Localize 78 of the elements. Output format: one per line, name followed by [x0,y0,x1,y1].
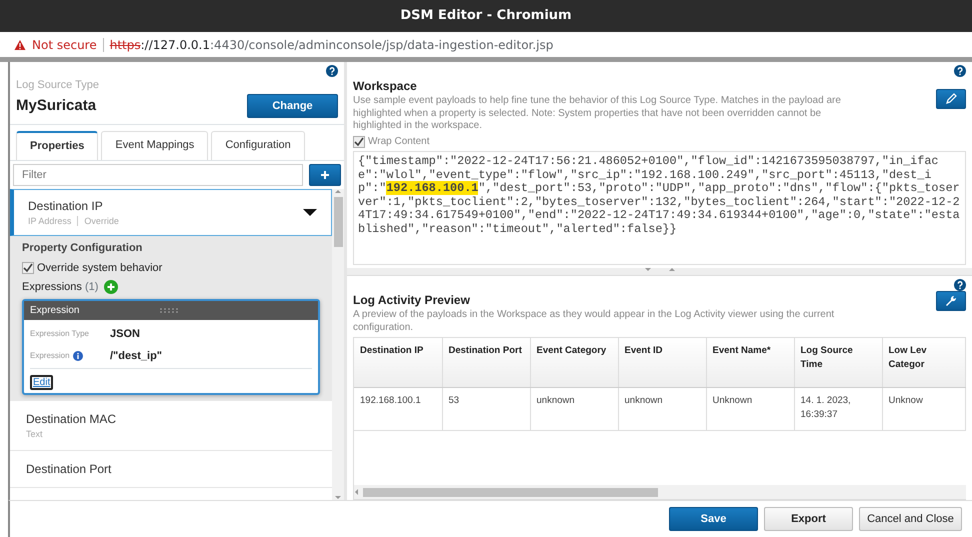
section-description: Use sample event payloads to help fine tune the behavior of this Log Source Type. Matches in the payload are highlighted when a property is selected. Note: System properties that have not been overridden cannot be highlighted in the workspace. [353,95,842,132]
scroll-up-icon[interactable] [335,188,341,194]
section-title: Log Activity Preview [353,292,471,309]
column-header[interactable]: Destination Port [442,338,530,387]
column-header[interactable]: Event Category [530,338,618,387]
expressions-label: Expressions (1) [22,280,98,295]
drag-handle-icon[interactable] [160,308,178,312]
section-title: Workspace [353,78,418,95]
table-cell: Unknow [882,387,966,430]
property-override: Override [84,214,119,228]
edit-button[interactable] [936,89,966,109]
add-button[interactable] [309,164,341,186]
footer-button[interactable]: Cancel and Close [859,506,962,532]
tab[interactable]: Properties [16,131,98,160]
checkmark-icon [354,136,364,147]
edit-link[interactable]: Edit [30,374,54,390]
help-icon[interactable] [326,65,338,77]
property-type: IP Address [28,214,72,228]
tab[interactable]: Event Mappings [101,131,208,160]
field-label: Expression Type [30,328,90,340]
footer-button[interactable]: Export [764,506,853,532]
table-cell: unknown [618,387,706,430]
dropdown-caret-icon[interactable] [303,208,317,216]
filter-field[interactable]: Filter [13,164,303,186]
field-label: Log Source Type [16,78,100,93]
column-header[interactable]: Event ID [618,338,706,387]
horizontal-scrollbar[interactable] [354,485,966,499]
card-header[interactable]: Expression [24,300,318,320]
warning-icon [14,38,26,50]
property-name: Destination MAC [26,410,116,428]
payload-text: {"timestamp":"2022-12-24T17:56:21.486052+0100","flow_id":1421673595038797,"in_iface":"wlol","event_type":"flow","src_ip":"192.168.100.249","src_port":45113,"dest_ip":"192.168.100.1","dest_port":53,"proto":"UDP","app_proto":"dns","flow":{"pkts_toserver":1,"pkts_toclient":2,"bytes_toserver":132,"bytes_toclient":264,"start":"2022-12-24T17:49:34.617549+0100","end":"2022-12-24T17:49:34.619344+0100","age":0,"state":"established","reason":"timeout","alerted":false}} [353,151,966,265]
tab[interactable]: Configuration [211,131,305,160]
column-header[interactable]: Event Name* [706,338,794,387]
add-icon[interactable] [104,280,118,294]
table-cell: 192.168.100.1 [354,387,442,430]
checkbox[interactable] [353,136,365,148]
info-icon[interactable] [72,351,83,362]
property-item[interactable]: Destination MAC Text [10,400,332,451]
table-cell: 14. 1. 2023, 16:39:37 [794,387,882,430]
checkbox[interactable] [22,262,34,274]
url-text[interactable]: https://127.0.0.1:4430/console/adminconsole/jsp/data-ingestion-editor.jsp [110,36,554,54]
help-icon[interactable] [954,65,966,77]
table-cell: 53 [442,387,530,430]
table-cell: unknown [530,387,618,430]
property-type: Text [26,428,43,440]
section-title: Property Configuration [22,241,144,256]
wrench-icon [945,295,957,307]
column-header[interactable]: Log Source Time [794,338,882,387]
column-header[interactable]: Low Lev Categor [882,338,966,387]
splitter-handle[interactable] [347,268,972,276]
property-item[interactable]: Destination IP IP Address Override [10,188,332,236]
window-title: DSM Editor - Chromium [400,7,572,26]
checkbox-label: Override system behavior [37,260,162,276]
field-value: JSON [110,326,140,342]
footer-button[interactable]: Save [669,506,758,532]
plus-icon [321,170,329,178]
log-source-name: MySuricata [16,96,96,116]
property-name: Destination Port [26,461,112,478]
expand-up-icon[interactable] [668,268,674,272]
scroll-left-icon[interactable] [354,489,359,495]
checkbox-label: Wrap Content [368,136,430,148]
scrollbar[interactable] [332,188,344,500]
section-description: A preview of the payloads in the Workspace as they would appear in the Log Activity viewer using the current configuration. [353,309,836,334]
settings-button[interactable] [936,291,966,311]
scrollbar-thumb[interactable] [363,488,658,496]
help-icon[interactable] [954,279,966,291]
column-header[interactable]: Destination IP [354,338,442,387]
property-name: Destination IP [28,198,104,214]
scrollbar-thumb[interactable] [334,196,342,246]
change-button[interactable]: Change [247,94,338,118]
collapse-down-icon[interactable] [644,268,650,272]
pencil-icon [945,93,957,105]
table-cell: Unknown [706,387,794,430]
security-warning[interactable]: Not secure [32,36,97,54]
scroll-down-icon[interactable] [335,495,341,500]
field-value: /"dest_ip" [110,349,162,364]
field-label: Expression [30,350,70,362]
checkmark-icon [23,262,33,273]
